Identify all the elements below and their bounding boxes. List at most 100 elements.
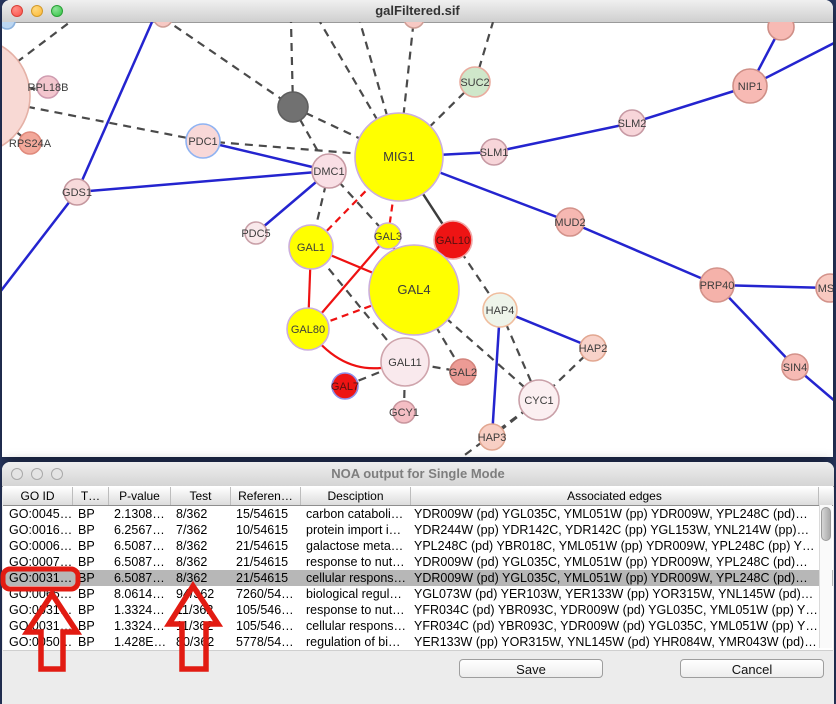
node-label: GAL80: [291, 324, 325, 336]
network-canvas[interactable]: RPL18BRPS24AGDS1PDC1DMC1MIG1SUC2SLM1SLM2…: [2, 22, 833, 457]
close-button-icon[interactable]: [11, 5, 23, 17]
cell-go-id: GO:0050…: [3, 634, 73, 650]
node-label: HAP2: [579, 343, 608, 355]
column-header[interactable]: Referen…: [231, 487, 301, 505]
cell-test: 8/362: [171, 506, 231, 522]
noa-output-window: NOA output for Single Mode GO IDT…P-valu…: [2, 462, 834, 704]
cell-associated-edges: YDR009W (pd) YGL035C, YML051W (pp) YDR00…: [411, 506, 819, 522]
node-label: HAP4: [486, 305, 515, 317]
table-row[interactable]: GO:0050…BP1.428E…80/3625778/54…regulatio…: [3, 634, 833, 650]
node-label: GAL3: [374, 231, 402, 243]
network-node-gray1[interactable]: [278, 92, 308, 122]
cell-go-id: GO:0045…: [3, 506, 73, 522]
cell-go-id: GO:0031…: [3, 602, 73, 618]
cell-reference: 21/54615: [231, 538, 301, 554]
cell-reference: 21/54615: [231, 554, 301, 570]
minimize-button-icon[interactable]: [31, 5, 43, 17]
node-label: GDS1: [62, 187, 92, 199]
table-row[interactable]: GO:0031…BP1.3324…11/362105/546…response …: [3, 602, 833, 618]
zoom-button-icon[interactable]: [51, 468, 63, 480]
close-button-icon[interactable]: [11, 468, 23, 480]
window-controls: [11, 468, 63, 480]
table-row[interactable]: GO:0065…BP8.0614…94/3627260/54…biologica…: [3, 586, 833, 602]
cell-go-id: GO:0031…: [3, 618, 73, 634]
node-label: HAP3: [478, 432, 507, 444]
cell-p-value: 6.5087…: [109, 554, 171, 570]
cell-reference: 10/54615: [231, 522, 301, 538]
cell-test: 8/362: [171, 538, 231, 554]
cell-test: 11/362: [171, 618, 231, 634]
node-label: MSN: [818, 283, 833, 295]
table-scrollbar[interactable]: [819, 505, 832, 648]
cell-associated-edges: YPL248C (pd) YBR018C, YML051W (pp) YDR00…: [411, 538, 819, 554]
network-edge: [2, 192, 77, 292]
table-row[interactable]: GO:0045…BP2.1308…8/36215/54615carbon cat…: [3, 506, 833, 522]
table-row[interactable]: GO:0016…BP6.2567…7/36210/54615protein im…: [3, 522, 833, 538]
network-edge: [570, 222, 717, 285]
node-label: PDC5: [241, 228, 270, 240]
node-label: GAL11: [388, 357, 421, 369]
column-header[interactable]: Desciption: [301, 487, 411, 505]
cell-test: 94/362: [171, 586, 231, 602]
cell-p-value: 1.3324…: [109, 618, 171, 634]
node-label: SIN4: [783, 362, 807, 374]
network-edge: [163, 22, 293, 107]
column-header[interactable]: P-value: [109, 487, 171, 505]
minimize-button-icon[interactable]: [31, 468, 43, 480]
column-header[interactable]: T…: [73, 487, 109, 505]
network-node-tiny-tl[interactable]: [2, 22, 15, 29]
cell-go-id: GO:0031…: [3, 570, 73, 586]
node-label: RPL18B: [28, 82, 69, 94]
node-label: GAL7: [331, 381, 359, 393]
cell-description: cellular respons…: [301, 570, 411, 586]
column-header[interactable]: Test: [171, 487, 231, 505]
node-label: SUC2: [460, 77, 489, 89]
scrollbar-thumb[interactable]: [821, 507, 831, 541]
cancel-button[interactable]: Cancel: [680, 659, 824, 678]
node-label: GAL4: [397, 282, 430, 297]
node-label: MUD2: [554, 217, 585, 229]
cell-associated-edges: YDR009W (pd) YGL035C, YML051W (pp) YDR00…: [411, 554, 819, 570]
node-label: DMC1: [313, 166, 344, 178]
node-label: CYC1: [524, 395, 553, 407]
node-label: SLM2: [618, 118, 647, 130]
cell-type: BP: [73, 522, 109, 538]
network-node-partial-a[interactable]: [154, 22, 172, 27]
network-window-titlebar[interactable]: galFiltered.sif: [2, 0, 833, 23]
cell-reference: 15/54615: [231, 506, 301, 522]
window-controls: [11, 5, 63, 17]
network-node-partial-b[interactable]: [404, 22, 424, 28]
table-header-row: GO IDT…P-valueTestReferen…DesciptionAsso…: [3, 487, 833, 506]
cell-test: 11/362: [171, 602, 231, 618]
cell-associated-edges: YGL073W (pd) YER103W, YER133W (pp) YOR31…: [411, 586, 819, 602]
cell-description: cellular respons…: [301, 618, 411, 634]
node-label: PRP40: [700, 280, 735, 292]
network-edge: [77, 171, 329, 192]
cell-p-value: 2.1308…: [109, 506, 171, 522]
node-label: RPS24A: [9, 138, 52, 150]
network-edge: [494, 123, 632, 152]
cell-type: BP: [73, 618, 109, 634]
cell-description: galactose meta…: [301, 538, 411, 554]
cell-go-id: GO:0006…: [3, 538, 73, 554]
table-row[interactable]: GO:0007…BP6.5087…8/36221/54615response t…: [3, 554, 833, 570]
table-row[interactable]: GO:0031…BP1.3324…11/362105/546…cellular …: [3, 618, 833, 634]
cell-description: response to nut…: [301, 602, 411, 618]
cell-p-value: 1.428E…: [109, 634, 171, 650]
cell-go-id: GO:0016…: [3, 522, 73, 538]
zoom-button-icon[interactable]: [51, 5, 63, 17]
table-row[interactable]: GO:0006…BP6.5087…8/36221/54615galactose …: [3, 538, 833, 554]
node-label: PDC1: [188, 136, 217, 148]
column-header[interactable]: Associated edges: [411, 487, 819, 505]
column-header[interactable]: GO ID: [3, 487, 73, 505]
cell-associated-edges: YFR034C (pd) YBR093C, YDR009W (pd) YGL03…: [411, 618, 819, 634]
network-node-partial-c[interactable]: [768, 22, 794, 40]
cell-description: regulation of bi…: [301, 634, 411, 650]
table-row[interactable]: GO:0031…BP6.5087…8/36221/54615cellular r…: [3, 570, 833, 586]
noa-window-titlebar[interactable]: NOA output for Single Mode: [2, 462, 834, 487]
save-button[interactable]: Save: [459, 659, 603, 678]
cell-go-id: GO:0065…: [3, 586, 73, 602]
node-label: MIG1: [383, 149, 415, 164]
column-header[interactable]: [819, 487, 833, 505]
cell-reference: 105/546…: [231, 618, 301, 634]
